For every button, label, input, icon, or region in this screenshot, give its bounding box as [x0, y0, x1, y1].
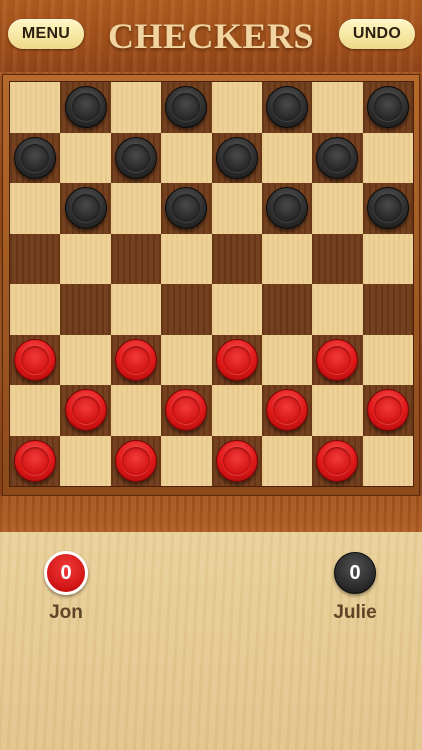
board-square-r2-c6[interactable]	[261, 132, 313, 183]
red-checker-piece[interactable]	[64, 389, 107, 432]
board-square-r5-c4[interactable]	[161, 284, 212, 335]
board-square-r4-c7[interactable]	[312, 233, 363, 284]
player-two-name: Julie	[333, 602, 377, 623]
board-square-r6-c5[interactable]	[211, 334, 262, 385]
red-checker-piece[interactable]	[165, 389, 208, 432]
board-square-r6-c7[interactable]	[312, 334, 363, 385]
board-square-r8-c5[interactable]	[211, 435, 262, 486]
board-square-r7-c1[interactable]	[10, 385, 61, 436]
board-square-r2-c2[interactable]	[60, 132, 111, 183]
board-square-r4-c5[interactable]	[211, 233, 262, 284]
board-square-r1-c1[interactable]	[10, 82, 61, 133]
board-square-r6-c2[interactable]	[60, 334, 111, 385]
black-checker-piece[interactable]	[14, 136, 57, 179]
board-square-r2-c1[interactable]	[10, 132, 61, 183]
board-square-r6-c8[interactable]	[362, 334, 413, 385]
board-square-r3-c4[interactable]	[161, 183, 212, 234]
board-square-r4-c4[interactable]	[161, 233, 212, 284]
board-square-r8-c2[interactable]	[60, 435, 111, 486]
undo-button[interactable]: UNDO	[339, 19, 415, 49]
board-square-r8-c4[interactable]	[161, 435, 212, 486]
red-checker-piece[interactable]	[316, 439, 359, 482]
board-square-r2-c3[interactable]	[110, 132, 162, 183]
board-square-r5-c1[interactable]	[10, 284, 61, 335]
board-square-r7-c5[interactable]	[211, 385, 262, 436]
board-square-r3-c3[interactable]	[110, 183, 162, 234]
black-checker-piece[interactable]	[114, 136, 157, 179]
board-square-r8-c6[interactable]	[261, 435, 313, 486]
board-square-r1-c5[interactable]	[211, 82, 262, 133]
board-square-r4-c8[interactable]	[362, 233, 413, 284]
board-square-r5-c5[interactable]	[211, 284, 262, 335]
red-checker-piece[interactable]	[266, 389, 309, 432]
board-square-r5-c3[interactable]	[110, 284, 162, 335]
board-square-r2-c4[interactable]	[161, 132, 212, 183]
red-checker-piece[interactable]	[366, 389, 409, 432]
board-square-r7-c7[interactable]	[312, 385, 363, 436]
black-checker-piece[interactable]	[366, 86, 409, 129]
red-checker-piece[interactable]	[316, 338, 359, 381]
board-square-r6-c4[interactable]	[161, 334, 212, 385]
red-checker-piece[interactable]	[14, 439, 57, 482]
board-square-r2-c7[interactable]	[312, 132, 363, 183]
menu-button[interactable]: MENU	[8, 19, 84, 49]
red-checker-piece[interactable]	[114, 439, 157, 482]
board-square-r2-c5[interactable]	[211, 132, 262, 183]
red-checker-piece[interactable]	[14, 338, 57, 381]
board-square-r4-c1[interactable]	[10, 233, 61, 284]
board-square-r3-c7[interactable]	[312, 183, 363, 234]
board-square-r7-c4[interactable]	[161, 385, 212, 436]
board-square-r6-c1[interactable]	[10, 334, 61, 385]
black-checker-piece[interactable]	[266, 86, 309, 129]
red-checker-piece[interactable]	[215, 439, 258, 482]
board-square-r4-c3[interactable]	[110, 233, 162, 284]
board-square-r2-c8[interactable]	[362, 132, 413, 183]
board-square-r8-c8[interactable]	[362, 435, 413, 486]
board-square-r3-c6[interactable]	[261, 183, 313, 234]
player-two-score-badge: 0	[334, 552, 376, 594]
board-square-r8-c3[interactable]	[110, 435, 162, 486]
wood-strip	[0, 496, 422, 532]
player-one-score-badge: 0	[44, 551, 88, 595]
board-square-r4-c2[interactable]	[60, 233, 111, 284]
board-square-r6-c6[interactable]	[261, 334, 313, 385]
board-square-r5-c7[interactable]	[312, 284, 363, 335]
red-checker-piece[interactable]	[215, 338, 258, 381]
board-square-r7-c2[interactable]	[60, 385, 111, 436]
black-checker-piece[interactable]	[316, 136, 359, 179]
board-square-r5-c2[interactable]	[60, 284, 111, 335]
board-square-r7-c6[interactable]	[261, 385, 313, 436]
black-checker-piece[interactable]	[165, 187, 208, 230]
game-title: CHECKERS	[107, 16, 315, 56]
board-square-r3-c8[interactable]	[362, 183, 413, 234]
board-square-r1-c4[interactable]	[161, 82, 212, 133]
black-checker-piece[interactable]	[165, 86, 208, 129]
black-checker-piece[interactable]	[215, 136, 258, 179]
board-square-r5-c6[interactable]	[261, 284, 313, 335]
black-checker-piece[interactable]	[366, 187, 409, 230]
board-square-r3-c5[interactable]	[211, 183, 262, 234]
board-square-r4-c6[interactable]	[261, 233, 313, 284]
board-square-r5-c8[interactable]	[362, 284, 413, 335]
board-square-r6-c3[interactable]	[110, 334, 162, 385]
board-square-r1-c8[interactable]	[362, 82, 413, 133]
board-square-r3-c1[interactable]	[10, 183, 61, 234]
board-square-r7-c8[interactable]	[362, 385, 413, 436]
board-square-r3-c2[interactable]	[60, 183, 111, 234]
black-checker-piece[interactable]	[266, 187, 309, 230]
board-square-r8-c1[interactable]	[10, 435, 61, 486]
board-square-r1-c7[interactable]	[312, 82, 363, 133]
red-checker-piece[interactable]	[114, 338, 157, 381]
board-square-r1-c2[interactable]	[60, 82, 111, 133]
checkers-board	[10, 82, 413, 486]
black-checker-piece[interactable]	[64, 187, 107, 230]
board-square-r1-c3[interactable]	[110, 82, 162, 133]
board-square-r7-c3[interactable]	[110, 385, 162, 436]
black-checker-piece[interactable]	[64, 86, 107, 129]
player-one-name: Jon	[49, 602, 83, 623]
board-square-r8-c7[interactable]	[312, 435, 363, 486]
board-square-r1-c6[interactable]	[261, 82, 313, 133]
